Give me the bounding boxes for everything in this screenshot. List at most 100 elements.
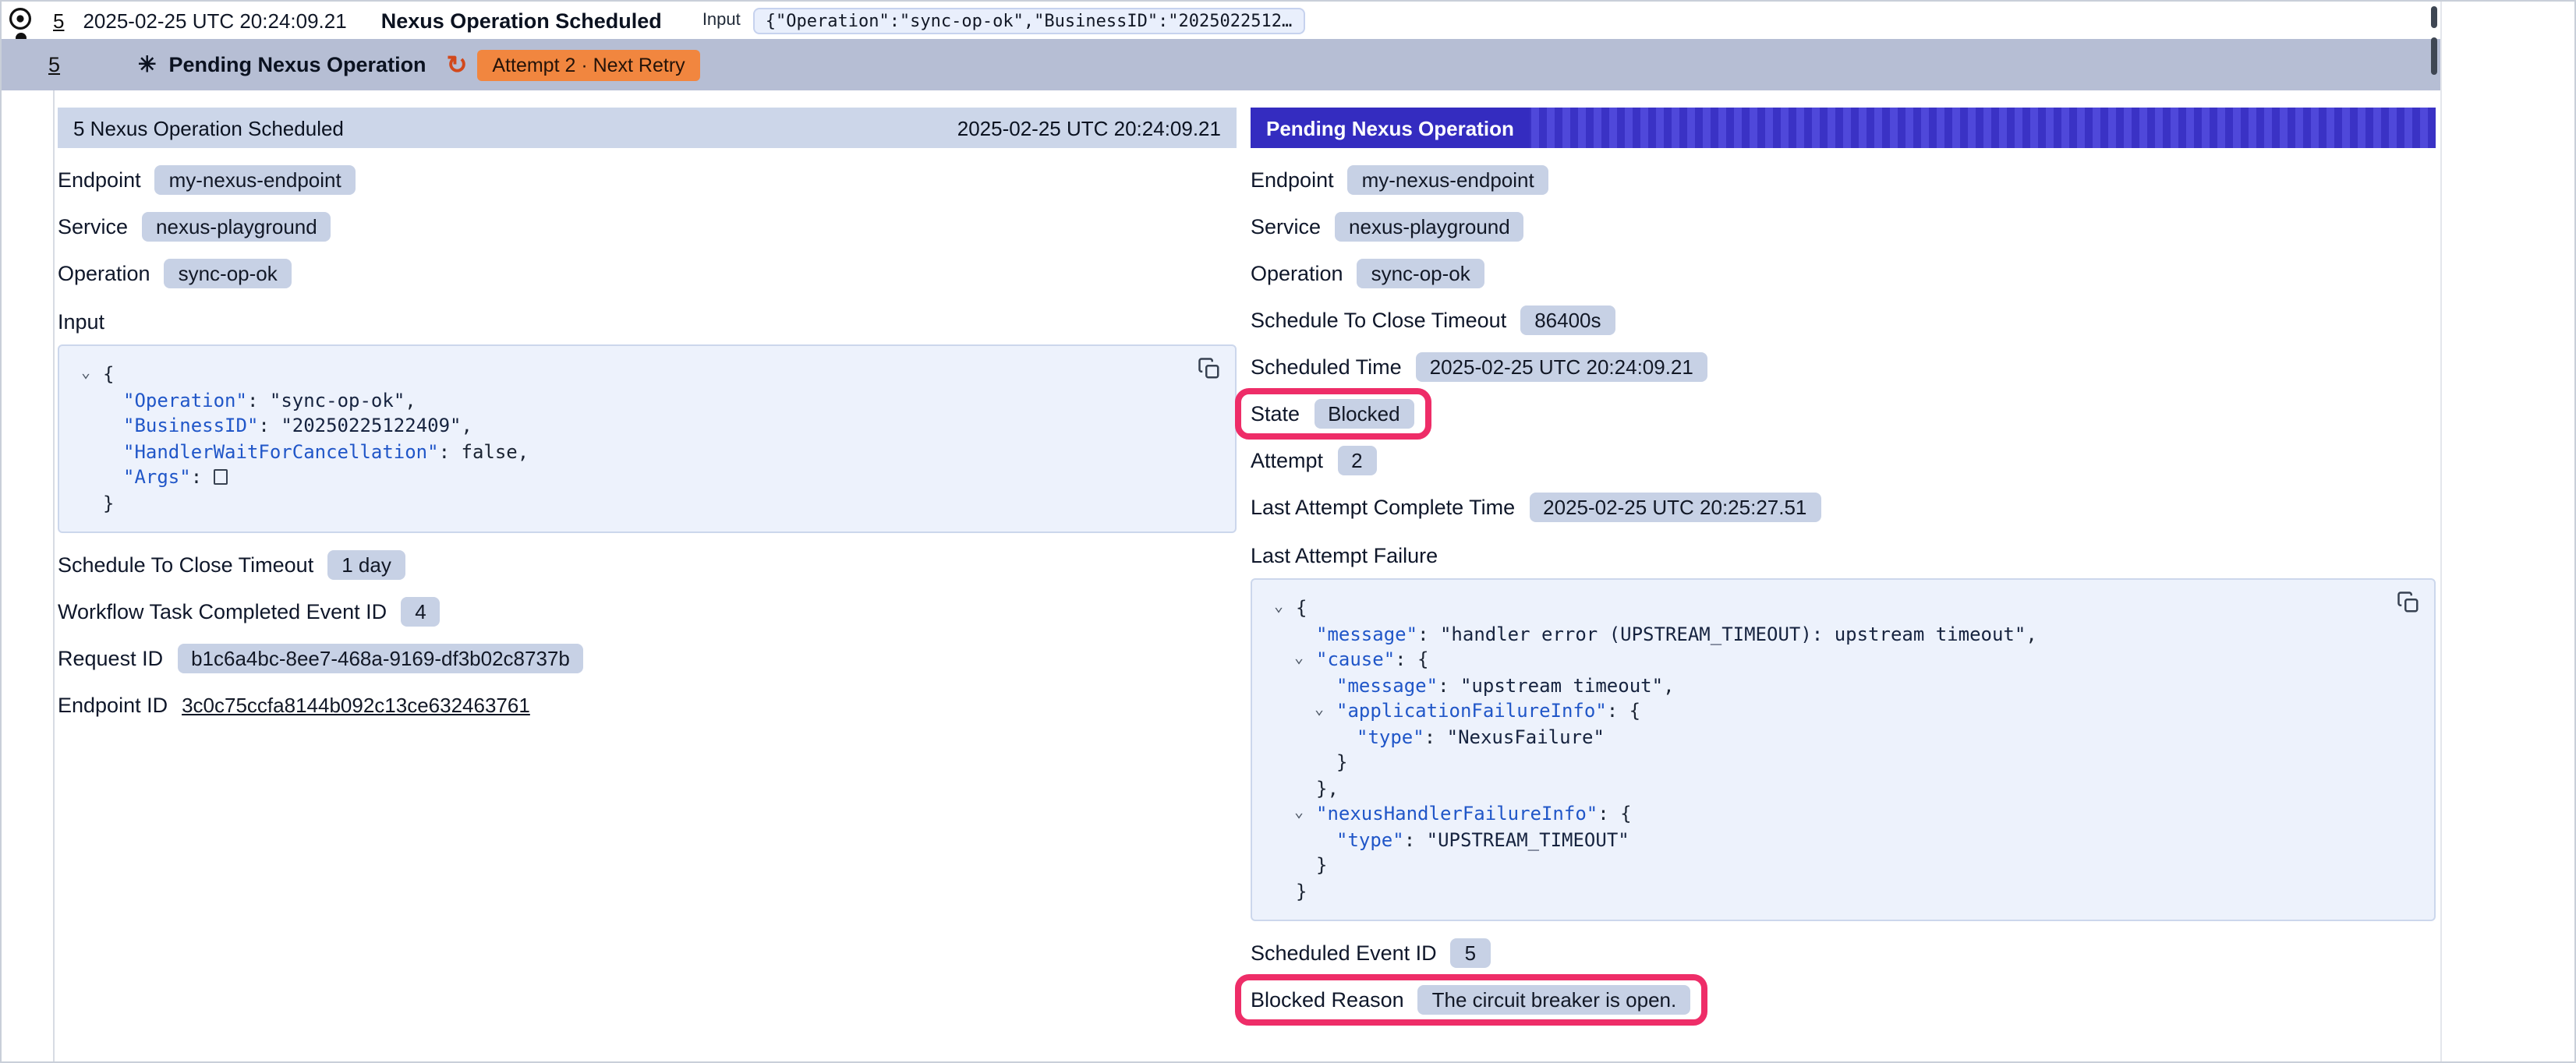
field-service: Service nexus-playground — [1251, 209, 2436, 243]
json-token: : { — [1395, 648, 1428, 670]
field-label: Scheduled Event ID — [1251, 941, 1437, 964]
field-label: Endpoint — [58, 168, 141, 191]
json-token: : { — [1598, 803, 1631, 825]
collapse-chevron-icon[interactable]: ⌄ — [81, 362, 90, 387]
json-token: "HandlerWaitForCancellation" — [123, 440, 439, 462]
copy-button[interactable] — [2397, 591, 2420, 614]
panel-header-title: 5 Nexus Operation Scheduled — [73, 116, 344, 139]
json-token: } — [1336, 751, 1347, 773]
json-token: "message" — [1336, 674, 1438, 696]
field-label: Scheduled Time — [1251, 355, 1402, 378]
json-token: "applicationFailureInfo" — [1336, 700, 1607, 722]
json-token: : — [1404, 828, 1427, 850]
json-token: "upstream timeout" — [1460, 674, 1663, 696]
json-token: "handler error (UPSTREAM_TIMEOUT): upstr… — [1440, 623, 2026, 645]
field-schedule-to-close-timeout: Schedule To Close Timeout 1 day — [58, 547, 1237, 581]
json-token: "BusinessID" — [123, 415, 258, 436]
json-token: , — [462, 415, 472, 436]
json-token: "sync-op-ok" — [270, 389, 405, 411]
event-id-link[interactable]: 5 — [48, 53, 60, 76]
scheduled-fields-bottom: Schedule To Close Timeout 1 day Workflow T… — [58, 547, 1237, 722]
json-token: : — [258, 415, 281, 436]
json-token: , — [2026, 623, 2036, 645]
field: Request IDb1c6a4bc-8ee7-468a-9169-df3b02… — [58, 643, 584, 673]
code-line: "BusinessID": "20250225122409", — [78, 413, 1188, 439]
field-value-chip: Blocked — [1314, 398, 1414, 428]
json-token: } — [103, 492, 114, 514]
pending-fields-top: Endpointmy-nexus-endpointServicenexus-pl… — [1251, 162, 2436, 524]
field: Endpoint ID 3c0c75ccfa8144b092c13ce632463… — [58, 693, 530, 716]
field-value-chip: 5 — [1451, 938, 1490, 967]
field-value-chip: 2 — [1337, 445, 1376, 475]
input-json-viewer: ⌄{"Operation": "sync-op-ok","BusinessID"… — [58, 344, 1237, 533]
field: Scheduled Time2025-02-25 UTC 20:24:09.21 — [1251, 351, 1707, 381]
pending-operation-panel: Pending Nexus Operation Endpointmy-nexus… — [1251, 108, 2436, 1029]
annotated-field: StateBlocked — [1251, 398, 1414, 428]
pending-panel-header: Pending Nexus Operation — [1251, 108, 2436, 148]
field: Service nexus-playground — [1251, 211, 1524, 241]
last-attempt-failure-label: Last Attempt Failure — [1251, 544, 2436, 567]
event-row-nexus-operation-scheduled[interactable]: 5 2025-02-25 UTC 20:24:09.21 Nexus Opera… — [53, 2, 1768, 39]
field-value-chip: 86400s — [1520, 305, 1615, 334]
field-operation: Operationsync-op-ok — [1251, 256, 2436, 290]
code-line: "message": "handler error (UPSTREAM_TIME… — [1271, 621, 2387, 647]
field-label: Endpoint — [1251, 168, 1334, 191]
field-workflow-task-completed-event-id: Workflow Task Completed Event ID4 — [58, 594, 1237, 628]
field-endpoint-id: Endpoint ID 3c0c75ccfa8144b092c13ce632463… — [58, 687, 1237, 722]
scheduled-panel-header: 5 Nexus Operation Scheduled 2025-02-25 U… — [58, 108, 1237, 148]
input-field-label: Input — [702, 11, 741, 30]
copy-button[interactable] — [1198, 357, 1221, 380]
json-token: "nexusHandlerFailureInfo" — [1316, 803, 1598, 825]
code-line: "message": "upstream timeout", — [1271, 673, 2387, 698]
failure-json-code: ⌄{"message": "handler error (UPSTREAM_TI… — [1271, 595, 2387, 904]
field: Servicenexus-playground — [58, 211, 331, 241]
field-label: Schedule To Close Timeout — [1251, 308, 1506, 331]
field-value-chip: 1 day — [327, 549, 405, 579]
copy-icon — [1198, 357, 1221, 380]
event-detail-area: 5 Nexus Operation Scheduled 2025-02-25 U… — [53, 90, 2442, 1061]
event-id-link[interactable]: 5 — [53, 9, 64, 32]
json-token: : — [1417, 623, 1440, 645]
scrollbar-thumb[interactable] — [2431, 37, 2437, 75]
code-line: "Operation": "sync-op-ok", — [78, 387, 1188, 413]
json-token: : — [439, 440, 462, 462]
json-token: "UPSTREAM_TIMEOUT" — [1427, 828, 1629, 850]
code-line: } — [1271, 878, 2387, 904]
json-token: }, — [1316, 777, 1339, 799]
collapse-chevron-icon[interactable]: ⌄ — [1274, 595, 1283, 621]
field: Attempt2 — [1251, 445, 1377, 475]
collapse-chevron-icon[interactable]: ⌄ — [1294, 801, 1304, 827]
pending-fields-bottom: Scheduled Event ID 5 Blocked ReasonThe cir… — [1251, 935, 2436, 1016]
collapse-chevron-icon[interactable]: ⌄ — [1294, 647, 1304, 673]
field-label: Blocked Reason — [1251, 987, 1404, 1011]
annotated-field: Blocked ReasonThe circuit breaker is ope… — [1251, 984, 1690, 1014]
timeline-current-event-icon — [8, 6, 33, 31]
event-title: Nexus Operation Scheduled — [381, 9, 662, 32]
empty-array-icon — [214, 469, 228, 485]
json-token: "20250225122409" — [281, 415, 461, 436]
field-last-attempt-complete-time: Last Attempt Complete Time2025-02-25 UTC… — [1251, 489, 2436, 524]
json-token: : { — [1607, 700, 1640, 722]
field-label: Service — [58, 214, 128, 238]
event-row-pending-nexus-operation[interactable]: 5 ✳ Pending Nexus Operation ↻ Attempt 2 … — [2, 39, 2442, 90]
field-label: Operation — [1251, 261, 1343, 284]
retry-arrow-icon: ↻ — [447, 49, 468, 80]
code-line: "type": "NexusFailure" — [1271, 724, 2387, 750]
input-json-code: ⌄{"Operation": "sync-op-ok","BusinessID"… — [78, 362, 1188, 516]
field-label: Service — [1251, 214, 1321, 238]
field-label: Schedule To Close Timeout — [58, 553, 313, 576]
field-label: Endpoint ID — [58, 693, 168, 716]
field-value-link[interactable]: 3c0c75ccfa8144b092c13ce632463761 — [182, 693, 530, 716]
field-service: Servicenexus-playground — [58, 209, 1237, 243]
nexus-asterisk-icon: ✳ — [138, 51, 156, 78]
temporal-event-history-screen: 5 2025-02-25 UTC 20:24:09.21 Nexus Opera… — [0, 0, 2576, 1063]
code-line: "Args": — [78, 464, 1188, 490]
failure-json-viewer: ⌄{"message": "handler error (UPSTREAM_TI… — [1251, 578, 2436, 921]
field-value-chip: 4 — [401, 596, 440, 626]
field-label: Last Attempt Complete Time — [1251, 495, 1515, 518]
collapse-chevron-icon[interactable]: ⌄ — [1315, 698, 1324, 724]
scrollbar-thumb[interactable] — [2431, 6, 2437, 28]
pending-panel-header-title: Pending Nexus Operation — [1251, 108, 1530, 148]
event-timestamp: 2025-02-25 UTC 20:24:09.21 — [83, 9, 346, 32]
field-value-chip: nexus-playground — [1335, 211, 1524, 241]
